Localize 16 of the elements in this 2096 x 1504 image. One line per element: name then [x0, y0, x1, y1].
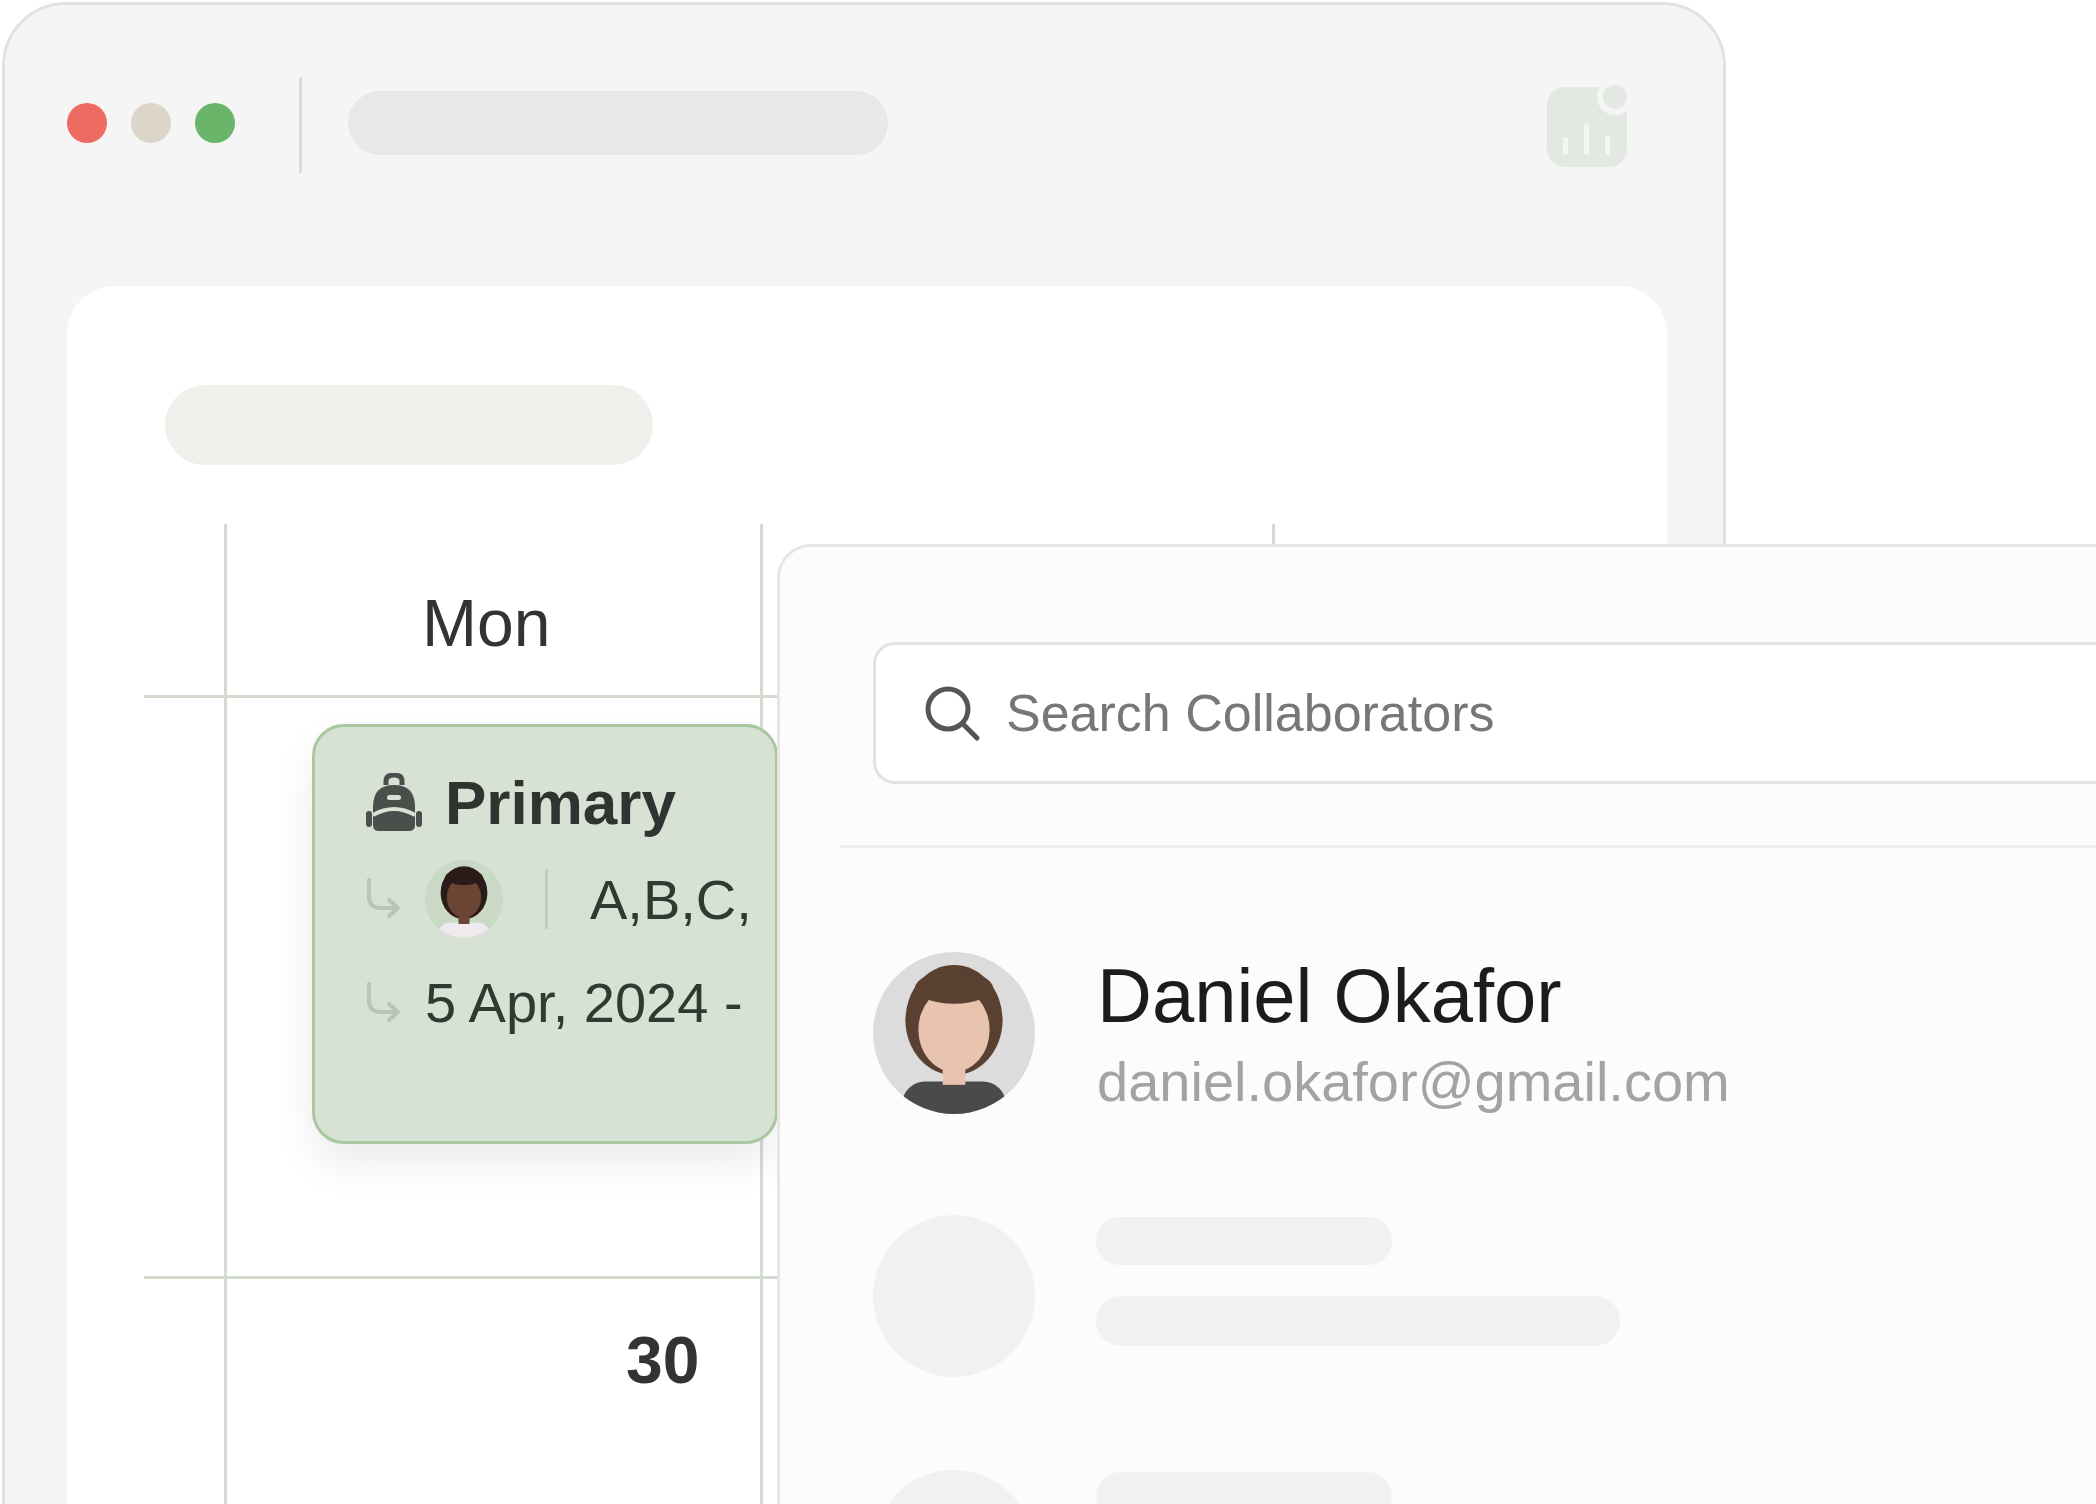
window-control[interactable] [195, 103, 235, 143]
backpack-icon [365, 772, 423, 833]
event-card[interactable]: Primary A,B,C, 5 Apr, 2024 - [312, 724, 778, 1144]
window-control[interactable] [67, 103, 107, 143]
date-number: 30 [626, 1322, 700, 1398]
window-control[interactable] [131, 103, 171, 143]
arrow-icon [365, 981, 403, 1024]
collaborator-name[interactable]: Daniel Okafor [1097, 952, 1730, 1039]
arrow-icon [365, 878, 403, 920]
event-date: 5 Apr, 2024 - [425, 970, 743, 1035]
event-title: Primary [445, 767, 676, 838]
collaborator-names: A,B,C, [590, 866, 752, 932]
collaborator-email: daniel.okafor@gmail.com [1097, 1049, 1730, 1114]
search-field[interactable]: Search Collaborators [873, 642, 2096, 784]
search-icon [923, 684, 981, 742]
day-header: Mon [422, 585, 551, 661]
